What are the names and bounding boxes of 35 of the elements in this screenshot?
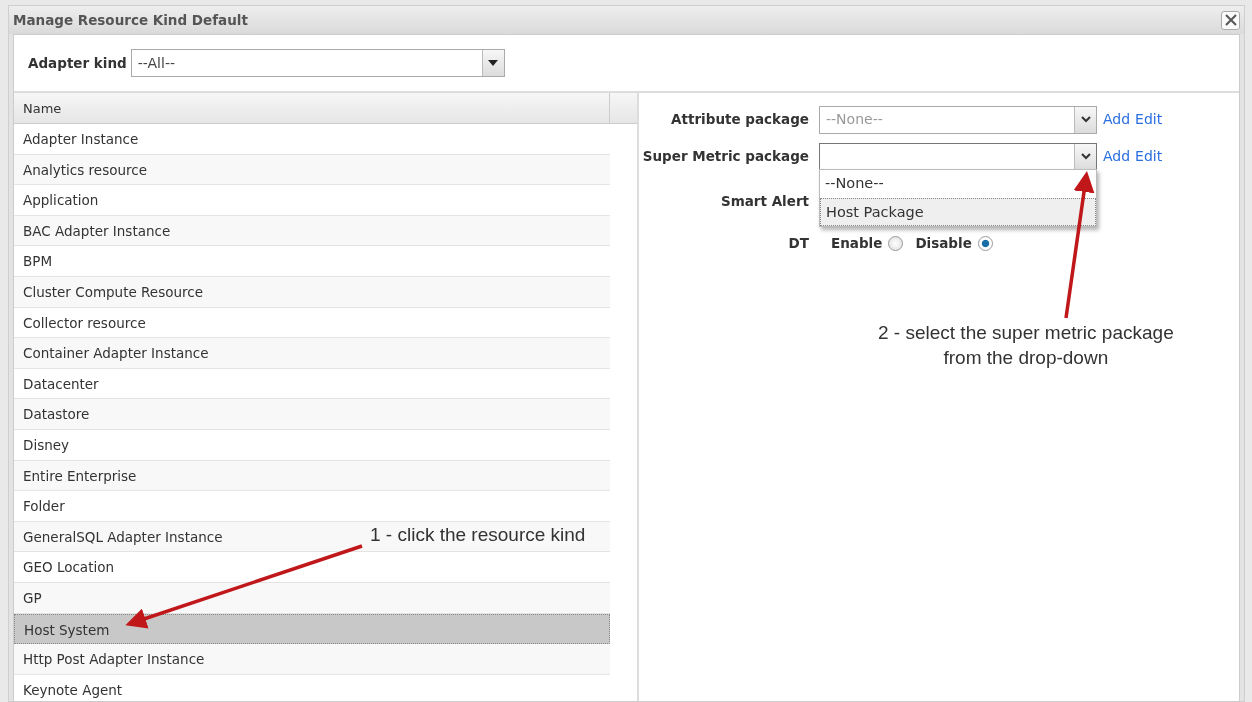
radio-label: Disable [915, 234, 972, 254]
link[interactable]: Add [1103, 146, 1131, 167]
field-label: Attribute package [670, 110, 810, 130]
field-label: Smart Alert [719, 191, 810, 211]
link[interactable]: Edit [1135, 109, 1163, 130]
table-row[interactable]: Datastore [14, 399, 610, 430]
dropdown-option[interactable]: Host Package [820, 198, 1096, 226]
field-label: Adapter kind [28, 53, 127, 73]
table-row[interactable]: Host System [14, 613, 610, 645]
table-row[interactable]: Http Post Adapter Instance [14, 644, 610, 675]
table-row[interactable]: Analytics resource [14, 154, 610, 186]
caret-icon [488, 60, 499, 66]
link[interactable]: Edit [1135, 146, 1163, 167]
chevron-icon [1080, 116, 1091, 123]
field-label: DT [787, 234, 810, 254]
annotation-text: 1 - click the resource kind [370, 523, 586, 547]
dropdown[interactable] [819, 142, 1097, 171]
chevron-icon [1080, 153, 1091, 160]
table-row[interactable]: BAC Adapter Instance [14, 215, 610, 247]
adapter-kind-dropdown[interactable]: --All-- [130, 49, 505, 77]
table-row[interactable]: Container Adapter Instance [14, 338, 610, 369]
table-row[interactable]: Entire Enterprise [14, 460, 610, 492]
link[interactable]: Add [1103, 109, 1131, 130]
close-button[interactable] [1221, 10, 1240, 30]
column-header[interactable]: Name [14, 93, 610, 123]
field-label: Super Metric package [641, 147, 810, 167]
annotation-text: 2 - select the super metric package from the drop-down [878, 321, 1174, 370]
radio-button[interactable] [888, 236, 904, 251]
window-title: Manage Resource Kind Default [13, 10, 248, 30]
radio-button[interactable] [977, 236, 993, 251]
table-row[interactable]: Cluster Compute Resource [14, 276, 610, 308]
table-row[interactable]: GP [14, 582, 610, 614]
close-icon [1224, 14, 1237, 26]
dropdown-option[interactable]: --None-- [820, 170, 1096, 198]
radio-label: Enable [831, 234, 883, 254]
